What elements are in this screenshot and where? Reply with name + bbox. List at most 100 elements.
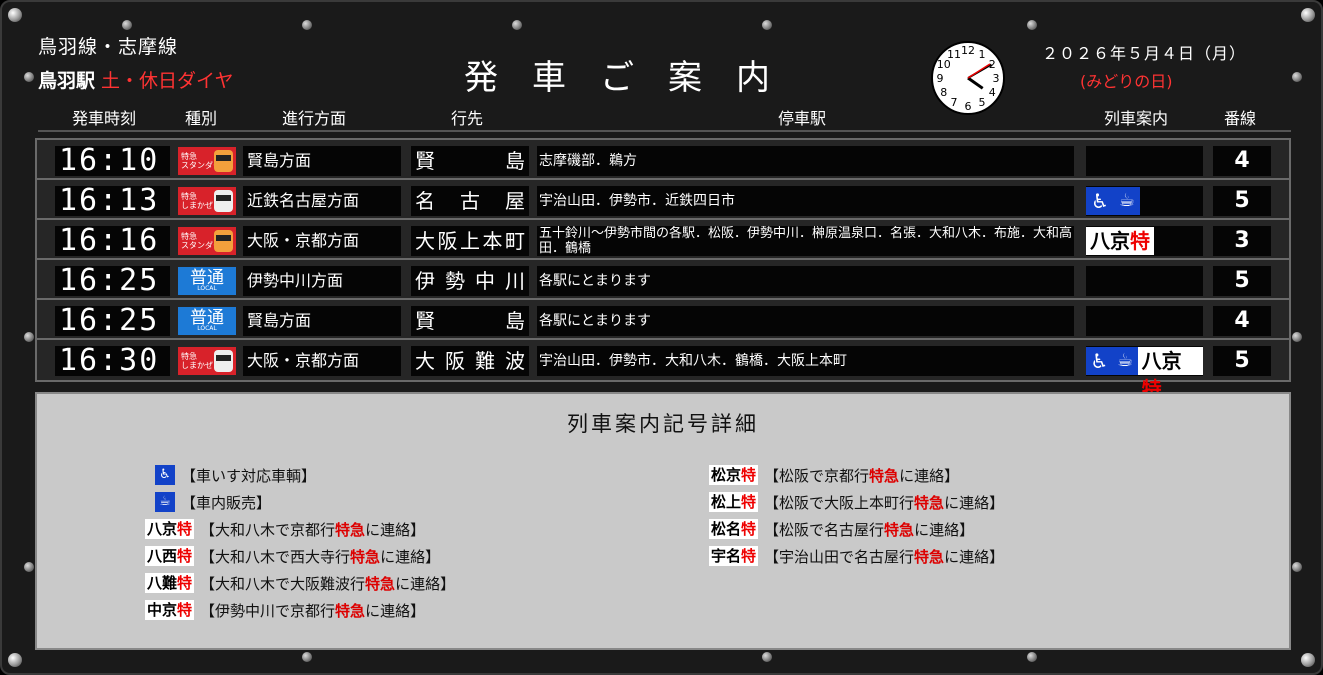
clock-numeral: 1 (979, 48, 986, 61)
legend-text: 【大和八木で京都行 (200, 520, 336, 539)
destination: 名古屋 (411, 186, 529, 216)
departure-row[interactable]: 16:30 特急 しまかぜ 大阪・京都方面大阪難波宇治山田．伊勢市．大和八木．鶴橋．大… (37, 340, 1289, 401)
cup-icon: ☕ (155, 492, 175, 512)
clock-numeral: 11 (947, 48, 961, 61)
transfer-symbol: 八京特 (1086, 227, 1154, 255)
destination-char: 大 (415, 229, 435, 253)
destination-char: 阪 (437, 229, 458, 253)
train-type-badge: 普通 LOCAL (178, 307, 236, 335)
transfer-symbol-ltd: 特 (741, 493, 757, 511)
train-type-label: 普通 (190, 268, 224, 288)
departure-board: 鳥羽線・志摩線 鳥羽駅 土・休日ダイヤ 発車ご案内 1 2 3 4 5 6 7 8 9 10 11 12… (0, 0, 1323, 675)
transfer-symbol-prefix: 宇名 (711, 547, 742, 565)
screw-icon (8, 653, 22, 667)
bolt-icon (24, 332, 34, 342)
clock-numeral: 7 (951, 96, 958, 109)
page-title: 発車ご案内 (464, 58, 804, 98)
destination-char: 島 (505, 149, 525, 173)
transfer-symbol-ltd: 特 (177, 547, 193, 565)
transfer-symbol-ltd: 特 (741, 520, 757, 538)
bolt-icon (302, 652, 312, 662)
screw-icon (8, 8, 22, 22)
clock-numeral: 6 (965, 100, 972, 113)
transfer-symbol-prefix: 八京 (1141, 349, 1182, 373)
col-info: 列車案内 (1104, 109, 1169, 128)
departure-row[interactable]: 16:25 普通 LOCAL 伊勢中川方面伊勢中川各駅にとまります 5 (37, 260, 1289, 300)
stop-list: 宇治山田．伊勢市．大和八木．鶴橋．大阪上本町 (537, 346, 1074, 376)
train-type-badge: 特急 スタンダード (178, 227, 236, 255)
legend-text-ltd: 特急 (365, 574, 396, 593)
current-date: ２０２６年５月４日（月） (1042, 44, 1247, 63)
legend-text-ltd: 特急 (335, 601, 366, 620)
screw-icon (1301, 653, 1315, 667)
train-type-sub: しまかぜ (181, 361, 213, 370)
clock-numeral: 3 (993, 72, 1000, 85)
legend-text: 【伊勢中川で京都行 (200, 601, 336, 620)
legend-text: 【大和八木で大阪難波行 (200, 574, 366, 593)
transfer-symbol-ltd: 特 (741, 547, 757, 565)
destination-char: 勢 (445, 269, 465, 293)
legend-item: ☕ 【車内販売】 (155, 491, 271, 513)
wheelchair-icon: ♿ (155, 465, 175, 485)
clock-numeral: 4 (989, 86, 996, 99)
bolt-icon (1292, 72, 1302, 82)
transfer-symbol: 松京特 (709, 465, 759, 485)
stop-list: 宇治山田．伊勢市．近鉄四日市 (537, 186, 1074, 216)
bolt-icon (122, 20, 132, 30)
transfer-symbol-prefix: 八京 (147, 520, 178, 538)
legend-text-ltd: 特急 (869, 466, 900, 485)
holiday-name: (みどりの日) (1080, 72, 1173, 91)
clock-numeral: 8 (940, 86, 947, 99)
clock-numeral: 5 (979, 96, 986, 109)
legend-item: 宇名特 【宇治山田で名古屋行 特急 に連絡】 (709, 545, 1004, 567)
direction: 賢島方面 (243, 306, 401, 336)
legend-text: 【車いす対応車輌】 (181, 466, 317, 485)
transfer-symbol-ltd: 特 (741, 466, 757, 484)
destination-char: 町 (505, 229, 525, 253)
bolt-icon (762, 652, 772, 662)
bolt-icon (1027, 20, 1037, 30)
transfer-symbol-prefix: 中京 (147, 601, 178, 619)
stop-list: 五十鈴川～伊勢市間の各駅．松阪．伊勢中川．榊原温泉口．名張．大和八木．布施．大和… (537, 226, 1074, 256)
train-info (1086, 306, 1203, 336)
departure-row[interactable]: 16:10 特急 スタンダード 賢島方面賢島志摩磯部．鵜方 4 (37, 140, 1289, 180)
train-type-badge: 普通 LOCAL (178, 267, 236, 295)
destination-char: 屋 (505, 189, 525, 213)
schedule-type: 土・休日ダイヤ (101, 70, 234, 92)
departure-row[interactable]: 16:25 普通 LOCAL 賢島方面賢島各駅にとまります 4 (37, 300, 1289, 340)
destination-char: 島 (505, 309, 525, 333)
bolt-icon (512, 20, 522, 30)
departure-time: 16:25 (55, 266, 170, 296)
departure-time: 16:16 (55, 226, 170, 256)
legend-text: 【松阪で大阪上本町行 (764, 493, 915, 512)
transfer-symbol: 八西特 (145, 546, 195, 566)
bolt-icon (302, 20, 312, 30)
train-type-sublabel: LOCAL (197, 325, 217, 332)
train-type-label: 特急 しまかぜ (181, 352, 213, 370)
destination-char: 名 (415, 189, 435, 213)
legend-text: に連絡】 (380, 547, 441, 566)
transfer-symbol: 八難特 (145, 573, 195, 593)
legend-text: 【車内販売】 (181, 493, 272, 512)
legend-text: に連絡】 (944, 493, 1005, 512)
transfer-symbol-ltd: 特 (177, 520, 193, 538)
legend-text: に連絡】 (365, 520, 426, 539)
train-type-main: 特急 (181, 232, 197, 241)
destination-char: 阪 (445, 349, 465, 373)
departure-row[interactable]: 16:16 特急 スタンダード 大阪・京都方面大阪上本町五十鈴川～伊勢市間の各駅．松阪… (37, 220, 1289, 260)
train-type-label: 特急 しまかぜ (181, 192, 213, 210)
transfer-symbol-ltd: 特 (1130, 229, 1150, 253)
destination-char: 賢 (415, 309, 435, 333)
train-face-icon (214, 190, 233, 212)
destination-char: 難 (475, 349, 495, 373)
wheelchair-icon: ♿ (1086, 187, 1114, 215)
bolt-icon (24, 72, 34, 82)
legend-text-ltd: 特急 (335, 520, 366, 539)
legend-item: 八難特 【大和八木で大阪難波行 特急 に連絡】 (145, 572, 455, 594)
bolt-icon (24, 562, 34, 572)
line-name: 鳥羽線・志摩線 (38, 36, 179, 58)
direction: 賢島方面 (243, 146, 401, 176)
legend-item: 八京特 【大和八木で京都行 特急 に連絡】 (145, 518, 425, 540)
destination: 伊勢中川 (411, 266, 529, 296)
departure-row[interactable]: 16:13 特急 しまかぜ 近鉄名古屋方面名 古 屋宇治山田．伊勢市．近鉄四日市 ♿ ☕ 5 (37, 180, 1289, 220)
